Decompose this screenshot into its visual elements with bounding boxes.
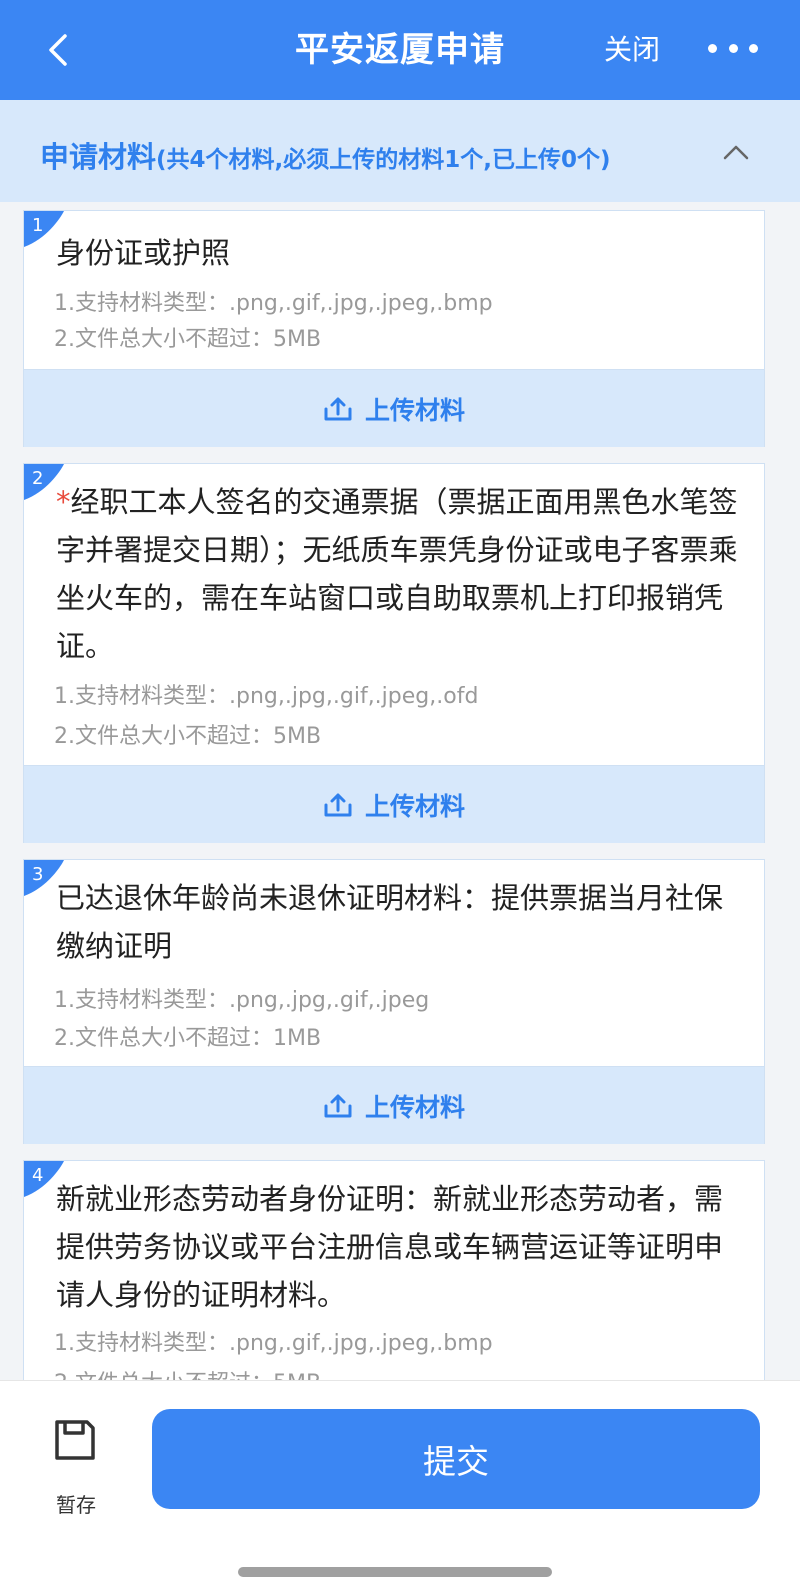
materials-section-toggle[interactable]: 申请材料(共4个材料,必须上传的材料1个,已上传0个) (0, 100, 800, 202)
more-dots-icon (708, 43, 717, 53)
material-name: 新就业形态劳动者身份证明：新就业形态劳动者，需提供劳务协议或平台注册信息或车辆营… (56, 1182, 724, 1312)
upload-icon (324, 397, 352, 420)
material-name: 身份证或护照 (56, 236, 231, 270)
upload-label: 上传材料 (364, 791, 465, 821)
upload-icon (324, 1094, 352, 1117)
material-types: 1.支持材料类型：.png,.jpg,.gif,.jpeg,.ofd (54, 684, 479, 709)
close-button[interactable]: 关闭 (604, 28, 660, 68)
floppy-disk-icon (55, 1420, 95, 1460)
more-dots-icon (749, 43, 758, 53)
section-label: 申请材料(共4个材料,必须上传的材料1个,已上传0个) (40, 134, 611, 176)
save-draft-label: 暂存 (56, 1493, 96, 1517)
bottom-action-bar: 暂存 提交 (0, 1380, 800, 1584)
home-indicator (238, 1567, 552, 1577)
chevron-left-icon (49, 34, 67, 66)
material-card: 1 身份证或护照 1.支持材料类型：.png,.gif,.jpg,.jpeg,.… (23, 210, 765, 447)
upload-label: 上传材料 (364, 1092, 465, 1122)
save-draft-button[interactable]: 暂存 (34, 1417, 118, 1517)
material-size: 2.文件总大小不超过：5MB (54, 327, 322, 352)
back-button[interactable] (38, 28, 78, 72)
upload-button[interactable]: 上传材料 (24, 765, 764, 843)
chevron-up-icon (723, 145, 749, 160)
material-types: 1.支持材料类型：.png,.jpg,.gif,.jpeg (54, 988, 430, 1013)
upload-label: 上传材料 (364, 395, 465, 425)
section-title: 申请材料 (40, 140, 157, 174)
submit-button[interactable]: 提交 (152, 1409, 760, 1509)
material-name: *经职工本人签名的交通票据（票据正面用黑色水笔签字并署提交日期）；无纸质车票凭身… (56, 485, 738, 663)
app-page: 平安返厦申请 关闭 申请材料(共4个材料,必须上传的材料1个,已上传0个) 1 … (0, 0, 800, 1584)
required-marker: * (56, 485, 71, 519)
material-card: 3 已达退休年龄尚未退休证明材料：提供票据当月社保缴纳证明 1.支持材料类型：.… (23, 859, 765, 1144)
material-types: 1.支持材料类型：.png,.gif,.jpg,.jpeg,.bmp (54, 1331, 493, 1356)
more-dots-icon (728, 43, 738, 53)
top-nav-bar: 平安返厦申请 关闭 (0, 0, 800, 100)
material-card: 2 *经职工本人签名的交通票据（票据正面用黑色水笔签字并署提交日期）；无纸质车票… (23, 463, 765, 843)
upload-icon (324, 793, 352, 816)
page-title: 平安返厦申请 (295, 30, 505, 70)
material-size: 2.文件总大小不超过：5MB (54, 724, 322, 749)
material-size: 2.文件总大小不超过：1MB (54, 1026, 322, 1051)
upload-button[interactable]: 上传材料 (24, 369, 764, 447)
upload-button[interactable]: 上传材料 (24, 1066, 764, 1144)
section-summary: (共4个材料,必须上传的材料1个,已上传0个) (156, 147, 611, 173)
material-name: 已达退休年龄尚未退休证明材料：提供票据当月社保缴纳证明 (56, 881, 724, 963)
material-types: 1.支持材料类型：.png,.gif,.jpg,.jpeg,.bmp (54, 291, 493, 316)
more-button[interactable] (708, 26, 758, 70)
